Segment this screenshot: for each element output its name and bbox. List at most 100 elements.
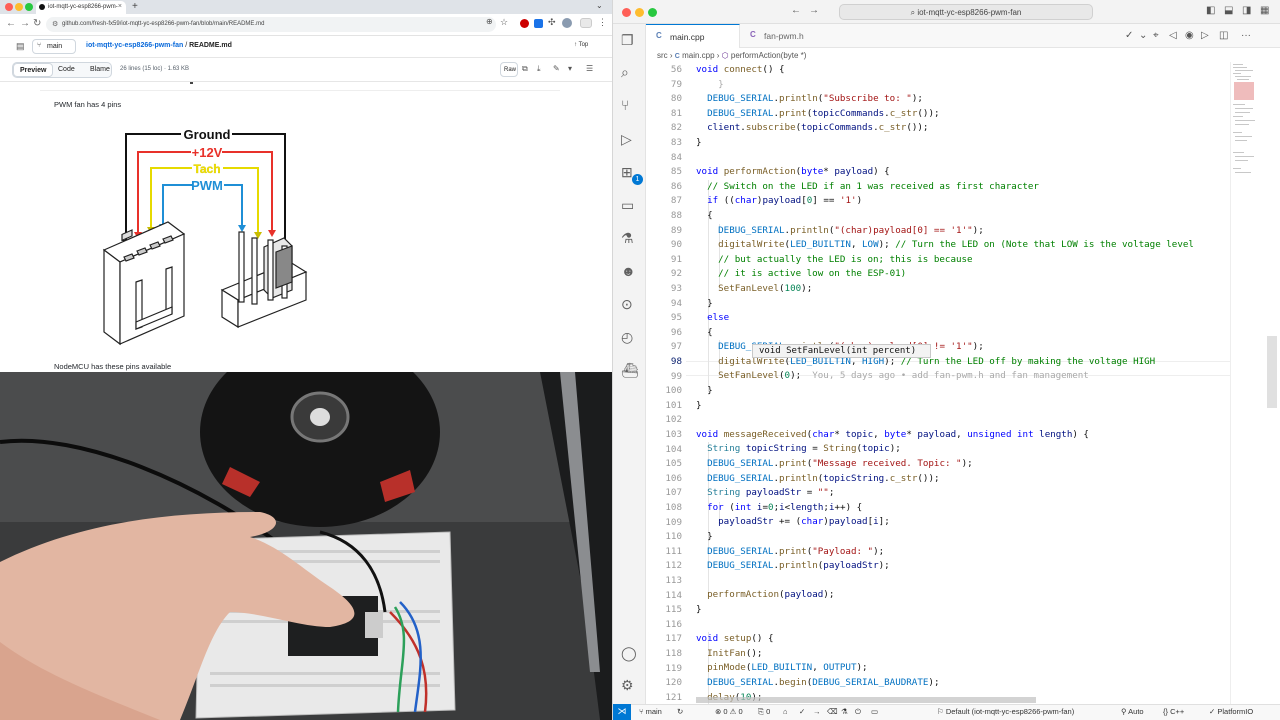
tab-list-chevron-icon[interactable]: ⌄ bbox=[596, 1, 603, 10]
side-panel-icon[interactable] bbox=[580, 18, 592, 28]
symbols-panel-icon[interactable]: ☰ bbox=[586, 64, 593, 73]
line-number: 99 bbox=[670, 370, 682, 382]
extensions-icon[interactable]: ⊞ bbox=[621, 164, 633, 181]
status-problems[interactable]: ⊗ 0 ⚠ 0 bbox=[715, 707, 743, 716]
vertical-scrollbar-thumb[interactable] bbox=[1267, 336, 1277, 408]
breadcrumb-src[interactable]: src bbox=[657, 51, 668, 60]
maximize-window-dot[interactable] bbox=[25, 3, 33, 11]
testing-icon[interactable]: ⚗ bbox=[621, 230, 634, 247]
source-control-icon[interactable]: ⑂ bbox=[621, 97, 629, 113]
edit-pencil-icon[interactable]: ✎ bbox=[553, 64, 560, 73]
reload-icon[interactable]: ↻ bbox=[33, 18, 41, 29]
profile-avatar[interactable] bbox=[562, 18, 572, 28]
vscode-maximize-dot[interactable] bbox=[648, 8, 657, 17]
status-branch-label: main bbox=[645, 707, 662, 716]
nav-forward-icon[interactable]: → bbox=[809, 5, 819, 16]
close-tab-icon[interactable]: × bbox=[118, 3, 122, 10]
docker-icon[interactable]: ⛴ bbox=[621, 362, 639, 379]
breadcrumb-file[interactable]: main.cpp bbox=[682, 51, 714, 60]
zoom-icon[interactable]: ⊕ bbox=[486, 17, 493, 26]
chevron-down-icon[interactable]: ⌄ bbox=[1139, 30, 1147, 41]
status-serial-icon[interactable]: ⏻ bbox=[855, 707, 861, 717]
status-env[interactable]: ⚐ Default (iot-mqtt-yc-esp8266-pwm-fan) bbox=[937, 707, 1074, 716]
bookmark-star-icon[interactable]: ☆ bbox=[500, 17, 508, 28]
vscode-close-dot[interactable] bbox=[622, 8, 631, 17]
toggle-blame-icon[interactable]: ◉ bbox=[1185, 30, 1194, 41]
close-window-dot[interactable] bbox=[5, 3, 13, 11]
manage-gear-icon[interactable]: ⚙ bbox=[621, 677, 634, 694]
remote-indicator-icon[interactable]: ⋊ bbox=[613, 704, 631, 720]
line-number: 87 bbox=[670, 195, 682, 207]
branch-selector[interactable]: ⑂ main bbox=[32, 39, 76, 54]
tab-preview[interactable]: Preview bbox=[13, 63, 54, 77]
search-icon[interactable]: ⌕ bbox=[621, 64, 629, 81]
raw-button[interactable]: Raw bbox=[500, 62, 518, 77]
status-home-icon[interactable]: ⌂ bbox=[783, 707, 788, 716]
command-center[interactable]: ⌕ iot-mqtt-yc-esp8266-pwm-fan bbox=[839, 4, 1093, 20]
minimize-window-dot[interactable] bbox=[15, 3, 23, 11]
horizontal-scrollbar-thumb[interactable] bbox=[696, 697, 1036, 703]
toggle-panel-icon[interactable]: ⬓ bbox=[1224, 5, 1233, 16]
status-platformio[interactable]: ✓ PlatformIO bbox=[1209, 707, 1253, 716]
breadcrumb-symbol[interactable]: performAction(byte *) bbox=[731, 51, 807, 60]
repo-link[interactable]: iot-mqtt-yc-esp8266-pwm-fan bbox=[86, 42, 183, 49]
status-upload-icon[interactable]: → bbox=[813, 707, 821, 716]
browser-tab[interactable]: iot-mqtt-yc-esp8266-pwm- × bbox=[36, 1, 126, 14]
status-language[interactable]: {} C++ bbox=[1163, 707, 1184, 716]
timeline-icon[interactable]: ◴ bbox=[621, 329, 633, 346]
status-branch[interactable]: ⑂ main bbox=[639, 707, 662, 716]
extensions-puzzle-icon[interactable]: ✣ bbox=[548, 17, 556, 28]
line-number: 107 bbox=[665, 487, 682, 499]
extension-blue-icon[interactable] bbox=[534, 19, 543, 28]
download-icon[interactable]: ⤓ bbox=[537, 64, 541, 74]
top-button[interactable]: ↑ Top bbox=[574, 42, 588, 48]
open-changes-icon[interactable]: ◁ bbox=[1169, 30, 1177, 41]
account-icon[interactable]: ◯ bbox=[621, 645, 637, 662]
cpp-file-icon: C bbox=[674, 53, 680, 60]
file-breadcrumb: iot-mqtt-yc-esp8266-pwm-fan / README.md bbox=[86, 42, 232, 49]
more-actions-icon[interactable]: ··· bbox=[1241, 30, 1251, 41]
edit-dropdown-icon[interactable]: ▾ bbox=[568, 64, 572, 73]
status-test-icon[interactable]: ⚗ bbox=[841, 707, 848, 716]
code-editor[interactable]: 56 79 80 81 82 83 84 85 86 87 88 89 90 91 92 93 94 95 96 97… bbox=[646, 62, 1280, 704]
status-auto[interactable]: ⚲ Auto bbox=[1121, 707, 1144, 716]
status-clean-icon[interactable]: ⌫ bbox=[827, 707, 838, 716]
status-ports[interactable]: ⎘ 0 bbox=[758, 707, 770, 717]
tab-code[interactable]: Code bbox=[52, 63, 81, 77]
status-sync-icon[interactable]: ↻ bbox=[677, 707, 683, 716]
forward-icon[interactable]: → bbox=[20, 18, 30, 29]
compare-icon[interactable]: ▷ bbox=[1201, 30, 1209, 41]
site-info-icon[interactable]: ⚙ bbox=[52, 20, 58, 28]
toggle-secondary-sidebar-icon[interactable]: ◨ bbox=[1242, 5, 1251, 16]
copy-icon[interactable]: ⧉ bbox=[522, 64, 528, 74]
status-build-icon[interactable]: ✓ bbox=[799, 707, 805, 716]
minimap[interactable] bbox=[1230, 62, 1256, 704]
tab-fan-pwm-h[interactable]: Cfan-pwm.h bbox=[740, 24, 830, 48]
nav-back-icon[interactable]: ← bbox=[791, 5, 801, 16]
extension-red-icon[interactable] bbox=[520, 19, 529, 28]
back-icon[interactable]: ← bbox=[6, 18, 16, 29]
run-debug-icon[interactable]: ▷ bbox=[621, 131, 632, 148]
status-terminal-icon[interactable]: ▭ bbox=[871, 707, 878, 716]
tach-label: Tach bbox=[193, 162, 220, 176]
file-tree-toggle-icon[interactable]: ▤ bbox=[16, 41, 25, 52]
pin-icon[interactable]: ⌖ bbox=[1153, 30, 1159, 41]
code-text[interactable]: void connect() { } DEBUG_SERIAL.println(… bbox=[696, 63, 1194, 704]
remote-explorer-icon[interactable]: ▭ bbox=[621, 197, 634, 214]
customize-layout-icon[interactable]: ▦ bbox=[1260, 5, 1269, 16]
gitlens-icon[interactable]: ⊙ bbox=[621, 296, 633, 313]
github-icon bbox=[39, 4, 45, 10]
platformio-icon[interactable]: ☻ bbox=[621, 263, 636, 279]
tab-main-cpp[interactable]: Cmain.cpp bbox=[646, 24, 740, 48]
toggle-sidebar-icon[interactable]: ◧ bbox=[1206, 5, 1215, 16]
explorer-icon[interactable]: ❐ bbox=[621, 32, 634, 49]
split-editor-icon[interactable]: ◫ bbox=[1219, 30, 1228, 41]
vscode-minimize-dot[interactable] bbox=[635, 8, 644, 17]
new-tab-icon[interactable]: + bbox=[132, 1, 138, 12]
browser-menu-icon[interactable]: ⋮ bbox=[598, 17, 607, 28]
checkmark-icon[interactable]: ✓ bbox=[1125, 30, 1133, 41]
status-warnings: 0 bbox=[738, 707, 743, 716]
tab-blame[interactable]: Blame bbox=[84, 63, 116, 77]
readme-paragraph-pwm: PWM fan has 4 pins bbox=[54, 100, 122, 109]
address-bar[interactable]: github.com/fresh-fx59/iot-mqtt-yc-esp826… bbox=[46, 17, 496, 32]
